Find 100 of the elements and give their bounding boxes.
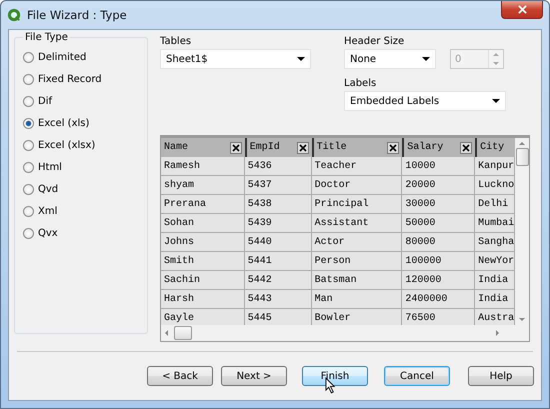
radio-label: Qvx xyxy=(38,228,58,239)
group-label: File Type xyxy=(24,32,69,43)
radio-label: Excel (xlsx) xyxy=(38,140,96,151)
radio-label: Qvd xyxy=(38,184,58,195)
close-icon xyxy=(462,144,470,152)
dialog-button[interactable]: Finish xyxy=(302,366,368,386)
table-cell: 5441 xyxy=(244,252,312,270)
radio-label: Html xyxy=(38,162,62,173)
radio-button[interactable] xyxy=(23,206,34,217)
radio-option[interactable]: Qvx xyxy=(23,225,147,242)
field-label: Labels xyxy=(344,78,378,89)
radio-button[interactable] xyxy=(23,96,34,107)
field-label: Header Size xyxy=(344,36,406,47)
table-cell: Teacher xyxy=(312,157,402,175)
radio-option[interactable]: Excel (xlsx) xyxy=(23,137,147,154)
column-title: City xyxy=(480,142,504,153)
table-cell: 30000 xyxy=(402,195,476,213)
close-icon xyxy=(298,144,307,152)
tables-dropdown[interactable]: Sheet1$ xyxy=(160,49,311,69)
caret-icon xyxy=(422,57,430,61)
caret-icon xyxy=(492,99,500,103)
radio-button[interactable] xyxy=(23,118,34,129)
left-arrow-icon xyxy=(165,330,168,336)
radio-label: Xml xyxy=(38,206,58,217)
radio-button[interactable] xyxy=(23,162,34,173)
field-label: Tables xyxy=(160,36,192,47)
close-icon xyxy=(518,5,526,14)
scroll-thumb[interactable] xyxy=(174,326,192,340)
table-cell: 10000 xyxy=(402,157,476,175)
table-cell: 20000 xyxy=(402,176,476,194)
radio-button[interactable] xyxy=(23,52,34,63)
table-cell: 5436 xyxy=(244,157,312,175)
header-size-dropdown[interactable]: None xyxy=(344,49,436,69)
dialog-button[interactable]: Help xyxy=(468,366,534,386)
table-cell: Man xyxy=(312,290,402,308)
radio-option[interactable]: Html xyxy=(23,159,147,176)
dialog-button[interactable]: Cancel xyxy=(384,366,450,386)
remove-column-button[interactable] xyxy=(460,142,472,154)
radio-option[interactable]: Delimited xyxy=(23,49,147,66)
right-arrow-icon xyxy=(496,330,499,336)
radio-option[interactable]: Xml xyxy=(23,203,147,220)
table-cell: 50000 xyxy=(402,214,476,232)
table-cell: Harsh xyxy=(161,290,245,308)
remove-column-button[interactable] xyxy=(230,142,242,154)
table-cell: 5442 xyxy=(244,271,312,289)
remove-column-button[interactable] xyxy=(387,142,400,154)
column-title: Salary xyxy=(407,142,444,153)
table-cell: Sohan xyxy=(161,214,245,232)
dialog-button[interactable]: Next > xyxy=(221,366,287,386)
table-cell: Assistant xyxy=(312,214,402,232)
radio-button[interactable] xyxy=(23,140,34,151)
radio-option[interactable]: Fixed Record xyxy=(23,71,147,88)
table-cell: 120000 xyxy=(402,271,476,289)
up-arrow-icon xyxy=(519,142,525,145)
radio-label: Excel (xls) xyxy=(38,118,90,129)
column-header[interactable]: Name xyxy=(161,138,245,157)
table-cell: 2400000 xyxy=(402,290,476,308)
table-cell: 5443 xyxy=(244,290,312,308)
table-cell: Sachin xyxy=(161,271,245,289)
radio-option[interactable]: Qvd xyxy=(23,181,147,198)
table-cell: 100000 xyxy=(402,252,476,270)
column-title: Title xyxy=(316,142,347,153)
radio-button[interactable] xyxy=(23,228,34,239)
table-cell: Prerana xyxy=(161,195,245,213)
table-cell: Batsman xyxy=(312,271,402,289)
radio-option[interactable]: Dif xyxy=(23,93,147,110)
caret-icon xyxy=(297,57,305,61)
scroll-thumb[interactable] xyxy=(516,148,528,166)
close-icon xyxy=(389,144,398,152)
close-icon xyxy=(232,144,240,152)
radio-button[interactable] xyxy=(23,74,34,85)
radio-label: Delimited xyxy=(38,52,86,63)
table-cell: 5439 xyxy=(244,214,312,232)
remove-column-button[interactable] xyxy=(296,142,309,154)
table-cell: shyam xyxy=(161,176,245,194)
app-logo-icon xyxy=(7,8,21,22)
table-cell: 5438 xyxy=(244,195,312,213)
table-cell: Doctor xyxy=(312,176,402,194)
radio-button[interactable] xyxy=(23,184,34,195)
down-arrow-icon xyxy=(493,62,499,65)
table-cell: Person xyxy=(312,252,402,270)
dialog-button[interactable]: < Back xyxy=(147,366,213,386)
radio-label: Fixed Record xyxy=(38,74,102,85)
window-title: File Wizard : Type xyxy=(27,8,127,22)
column-title: EmpId xyxy=(250,142,280,153)
table-cell: 80000 xyxy=(402,233,476,251)
table-cell: Johns xyxy=(161,233,245,251)
table-cell: Actor xyxy=(312,233,402,251)
table-cell: Ramesh xyxy=(161,157,245,175)
close-button[interactable] xyxy=(501,1,543,19)
table-cell: 5440 xyxy=(244,233,312,251)
table-cell: Smith xyxy=(161,252,245,270)
table-cell: Principal xyxy=(312,195,402,213)
column-title: Name xyxy=(164,142,188,153)
down-arrow-icon xyxy=(519,318,525,321)
table-cell: 5437 xyxy=(244,176,312,194)
radio-option[interactable]: Excel (xls) xyxy=(23,115,147,132)
radio-label: Dif xyxy=(38,96,52,107)
up-arrow-icon xyxy=(493,53,499,56)
labels-dropdown[interactable]: Embedded Labels xyxy=(344,91,506,111)
